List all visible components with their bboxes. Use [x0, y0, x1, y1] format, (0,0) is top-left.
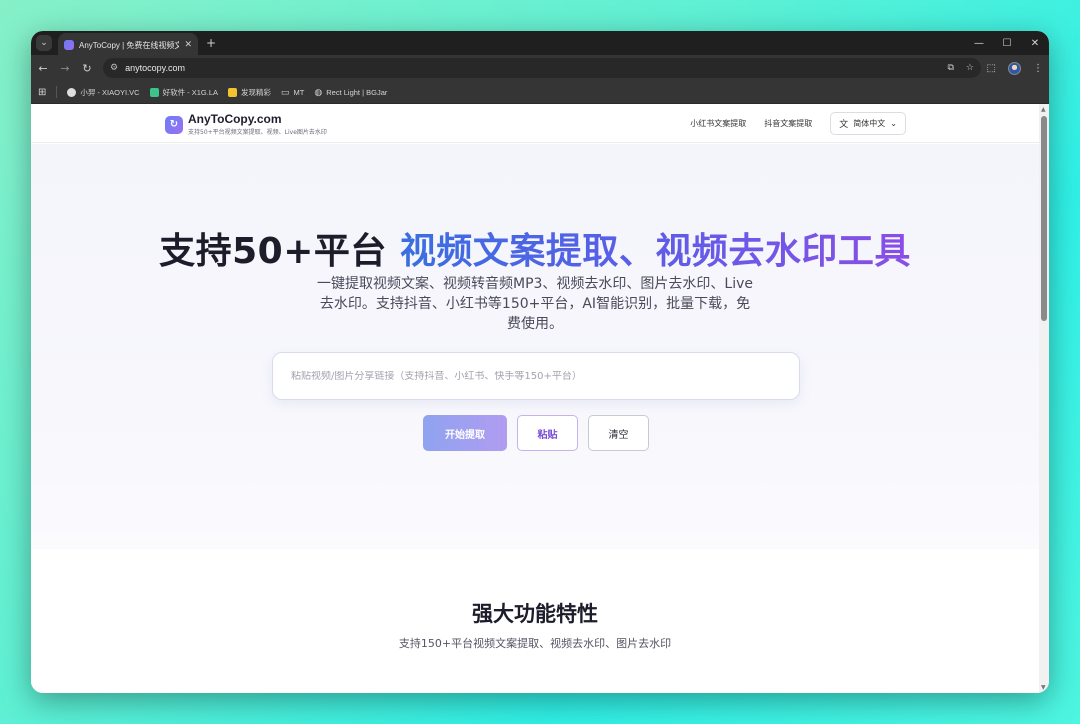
page-viewport: ↻ AnyToCopy.com 支持50+平台视频文案提取、视频、Live图片去…	[31, 104, 1039, 693]
start-extract-button[interactable]: 开始提取	[423, 415, 507, 451]
bookmark-3[interactable]: ▭ MT	[281, 87, 304, 98]
tab-search-icon[interactable]: ⌄	[36, 35, 52, 51]
features-subtitle: 支持150+平台视频文案提取、视频去水印、图片去水印	[398, 637, 672, 650]
clear-button[interactable]: 清空	[588, 415, 649, 451]
address-bar[interactable]: ⚙ anytocopy.com ⧉ ☆	[103, 58, 981, 78]
close-icon[interactable]: ✕	[184, 40, 192, 50]
window-controls: — ☐ ✕	[965, 31, 1049, 55]
profile-avatar[interactable]	[1008, 61, 1021, 75]
apps-icon[interactable]: ⊞	[38, 87, 46, 98]
nav-xiaohongshu[interactable]: 小红书文案提取	[690, 118, 746, 129]
site-favicon-icon	[64, 40, 74, 50]
chevron-down-icon: ⌄	[890, 119, 897, 128]
bookmark-2[interactable]: 发现精彩	[228, 87, 271, 98]
forward-icon[interactable]: →	[59, 62, 71, 75]
bookmarks-bar: ⊞ 小羿 - XIAOYI.VC 好软件 - X1G.LA 发现精彩 ▭ MT ◍…	[31, 81, 1049, 104]
link-input-box	[272, 352, 800, 400]
back-icon[interactable]: ←	[37, 62, 49, 75]
reload-icon[interactable]: ↻	[81, 62, 93, 75]
action-buttons: 开始提取 粘贴 清空	[423, 415, 649, 451]
logo-icon: ↻	[165, 115, 183, 134]
minimize-icon[interactable]: —	[965, 38, 993, 49]
browser-tab[interactable]: AnyToCopy | 免费在线视频文案 ✕	[58, 33, 198, 57]
hero-title-highlight: 视频文案提取、视频去水印工具	[399, 231, 911, 272]
bookmark-separator	[56, 86, 58, 98]
site-logo[interactable]: ↻ AnyToCopy.com 支持50+平台视频文案提取、视频、Live图片去…	[165, 113, 327, 136]
bookmark-0[interactable]: 小羿 - XIAOYI.VC	[67, 87, 140, 98]
browser-toolbar: ← → ↻ ⚙ anytocopy.com ⧉ ☆ ⬚ ⋮	[31, 55, 1049, 81]
bookmark-favicon-icon	[149, 87, 159, 97]
bookmark-favicon-icon	[67, 87, 77, 97]
bookmark-favicon-icon	[228, 87, 238, 97]
hero-section: 支持50+平台 视频文案提取、视频去水印工具 一键提取视频文案、视频转音频MP3…	[31, 144, 1039, 549]
extensions-icon[interactable]: ⬚	[987, 63, 996, 74]
globe-icon: ◍	[314, 86, 323, 97]
tab-strip: ⌄ AnyToCopy | 免费在线视频文案 ✕ + — ☐ ✕	[31, 31, 1049, 57]
translate-icon: 文	[839, 120, 849, 130]
hero-description: 一键提取视频文案、视频转音频MP3、视频去水印、图片去水印、Live去水印。支持…	[316, 276, 753, 332]
scroll-down-icon[interactable]: ▼	[1041, 684, 1046, 691]
bookmark-4[interactable]: ◍ Rect Light | BGJar	[314, 87, 387, 98]
bookmark-1[interactable]: 好软件 - X1G.LA	[149, 87, 218, 98]
paste-button[interactable]: 粘贴	[517, 415, 578, 451]
language-label: 简体中文	[853, 119, 886, 128]
url-text: anytocopy.com	[125, 63, 185, 73]
site-info-icon[interactable]: ⚙	[110, 63, 118, 73]
browser-window: ⌄ AnyToCopy | 免费在线视频文案 ✕ + — ☐ ✕ ← → ↻ ⚙…	[31, 31, 1049, 693]
logo-subtitle: 支持50+平台视频文案提取、视频、Live图片去水印	[188, 129, 327, 136]
language-select[interactable]: 文 简体中文 ⌄	[830, 112, 906, 135]
new-tab-icon[interactable]: +	[206, 36, 216, 50]
link-input[interactable]	[291, 370, 781, 382]
logo-name: AnyToCopy.com	[188, 112, 282, 126]
site-nav: 小红书文案提取 抖音文案提取 文 简体中文 ⌄	[690, 112, 906, 135]
site-header: ↻ AnyToCopy.com 支持50+平台视频文案提取、视频、Live图片去…	[31, 104, 1039, 143]
hero-title: 支持50+平台 视频文案提取、视频去水印工具	[159, 231, 911, 272]
scrollbar[interactable]: ▲ ▼	[1039, 104, 1049, 693]
nav-douyin[interactable]: 抖音文案提取	[764, 118, 812, 129]
features-title: 强大功能特性	[472, 602, 598, 626]
maximize-icon[interactable]: ☐	[993, 38, 1021, 49]
bookmark-star-icon[interactable]: ☆	[966, 63, 974, 73]
scroll-thumb[interactable]	[1041, 116, 1047, 321]
install-app-icon[interactable]: ⧉	[947, 63, 953, 73]
folder-icon: ▭	[281, 86, 290, 97]
tab-title: AnyToCopy | 免费在线视频文案	[79, 40, 180, 50]
scroll-up-icon[interactable]: ▲	[1041, 106, 1046, 113]
menu-icon[interactable]: ⋮	[1033, 63, 1043, 74]
close-window-icon[interactable]: ✕	[1021, 38, 1049, 49]
